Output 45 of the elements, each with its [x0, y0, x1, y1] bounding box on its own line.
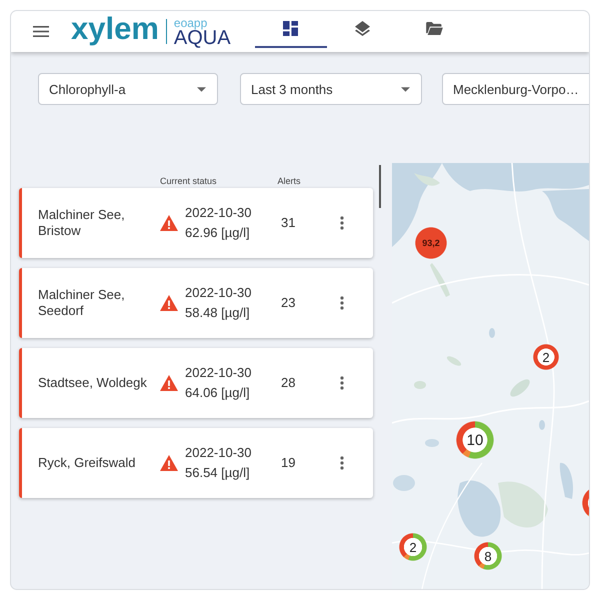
alert-count: 23 [281, 295, 296, 311]
status-date: 2022-10-30 [185, 204, 252, 222]
app-prefix: eoapp [174, 18, 208, 28]
alert-count: 31 [281, 215, 296, 231]
site-card[interactable]: Ryck, Greifswald 2022-10-30 56.54 [µg/l] 19 [19, 428, 373, 498]
status-value: 64.06 [µg/l] [185, 384, 251, 402]
cluster-marker[interactable]: 8 [474, 542, 502, 570]
status-date: 2022-10-30 [185, 284, 252, 302]
more-icon[interactable] [340, 296, 344, 310]
site-card[interactable]: Malchiner See, Bristow 2022-10-30 62.96 [µg/l] 31 [19, 188, 373, 258]
caret-icon [197, 86, 206, 92]
dropdown-field[interactable]: Chlorophyll-a [38, 73, 218, 105]
grid-icon [283, 21, 298, 36]
site-name: Ryck, Greifswald [38, 455, 137, 471]
value-marker[interactable]: 93,2 [415, 227, 447, 259]
site-name: Malchiner See, Bristow [38, 207, 126, 239]
app-name: AQUA [174, 28, 231, 48]
status-value: 62.96 [µg/l] [185, 224, 251, 242]
cluster-marker[interactable]: 2 [399, 533, 427, 561]
more-icon[interactable] [340, 456, 344, 470]
status-value: 58.48 [µg/l] [185, 304, 251, 322]
caret-icon [401, 86, 410, 92]
cluster-marker[interactable]: 10 [456, 421, 494, 459]
brand-name: xylem [71, 12, 159, 44]
input-field[interactable]: Mecklenburg-Vorpo… [442, 73, 589, 105]
menu-icon[interactable] [33, 26, 49, 37]
column-header: Alerts [278, 175, 301, 187]
site-name: Malchiner See, Seedorf [38, 287, 126, 319]
column-header: Current status [160, 175, 217, 187]
layers-icon [355, 21, 370, 36]
status-date: 2022-10-30 [185, 364, 252, 382]
status-value: 56.54 [µg/l] [185, 464, 251, 482]
more-icon[interactable] [340, 216, 344, 230]
alert-count: 28 [281, 375, 296, 391]
site-card[interactable]: Stadtsee, Woldegk 2022-10-30 64.06 [µg/l] 28 [19, 348, 373, 418]
more-icon[interactable] [340, 376, 344, 390]
site-card[interactable]: Malchiner See, Seedorf 2022-10-30 58.48 [µg/l] 23 [19, 268, 373, 338]
map-drawing[interactable] [392, 163, 589, 589]
site-name: Stadtsee, Woldegk [38, 375, 148, 391]
dropdown-field[interactable]: Last 3 months [240, 73, 422, 105]
cluster-marker[interactable]: 2 [533, 344, 559, 370]
alert-count: 19 [281, 455, 296, 471]
folder-icon [426, 22, 444, 35]
status-date: 2022-10-30 [185, 444, 252, 462]
scrollbar[interactable] [379, 165, 381, 208]
